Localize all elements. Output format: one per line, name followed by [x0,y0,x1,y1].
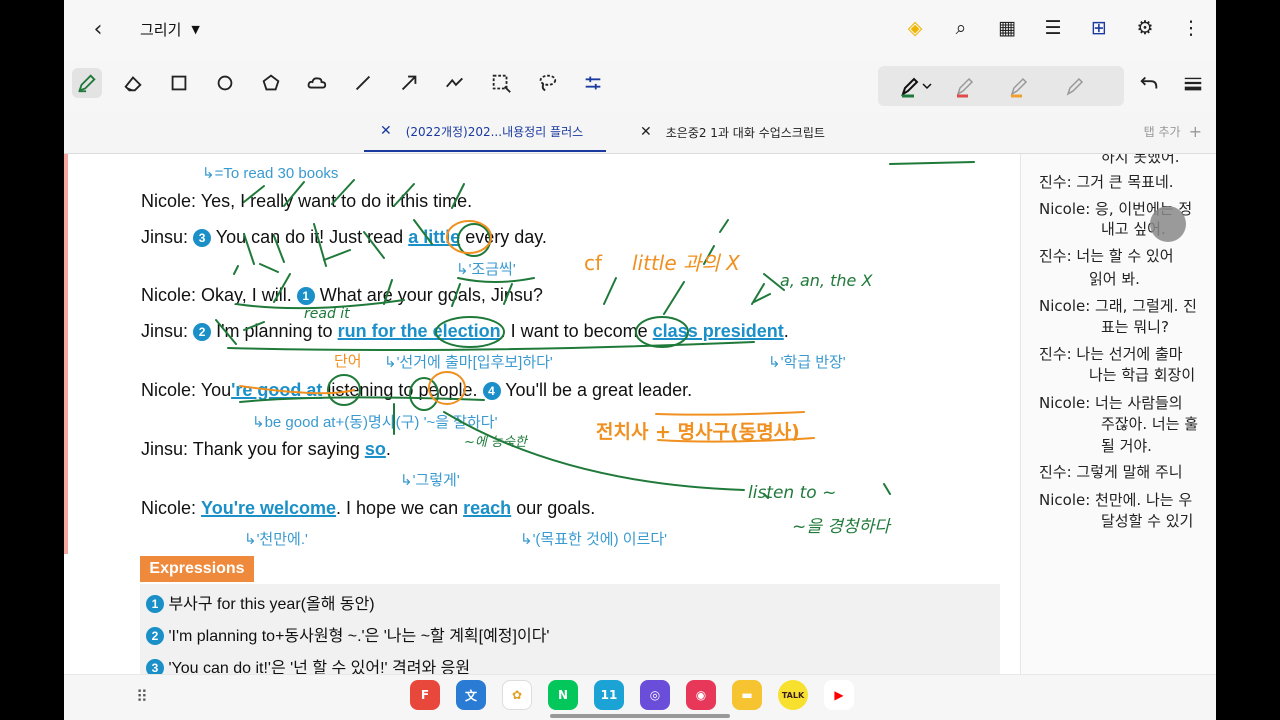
dialogue-line-1: Nicole: Yes, I really want to do it this… [141,191,473,211]
note-so: ↳'그렇게' [400,472,460,489]
kakaotalk-app-icon[interactable]: TALK [778,680,808,710]
close-tab-icon[interactable]: ✕ [640,124,652,140]
dialogue-line-2: Jinsu: 3 You can do it! Just read a litt… [141,227,547,247]
expression-item: 1 부사구 for this year(올해 동안) [146,590,375,614]
page-margin-line [64,154,68,554]
lasso-icon[interactable] [532,68,562,98]
tab-dialogue-script[interactable]: ✕ 초은중2 1과 대화 수업스크립트 [640,112,825,152]
top-bar: ‹ 그리기 ▼ ◈ ⌕ ▦ ☰ ⊞ ⚙ ⋮ [64,0,1216,60]
pentagon-icon[interactable] [256,68,286,98]
grid-icon[interactable]: ▦ [996,16,1018,40]
browser-app-icon[interactable]: ◎ [640,680,670,710]
line-icon[interactable] [348,68,378,98]
plus-icon: + [1188,122,1202,141]
note-reach: ↳'(목표한 것에) 이르다' [520,531,668,548]
eraser-icon[interactable] [118,68,148,98]
files-app-icon[interactable]: ▬ [732,680,762,710]
chevron-down-icon: ▼ [191,23,200,36]
premium-diamond-icon[interactable]: ◈ [904,16,926,40]
mode-dropdown[interactable]: 그리기 ▼ [140,19,200,40]
flexcil-app-icon[interactable]: F [410,680,440,710]
note-to-read: ↳=To read 30 books [202,165,339,182]
circle-icon[interactable] [210,68,240,98]
add-tab-button[interactable]: 탭 추가 + [1144,122,1202,141]
app-dock: F 文 ✿ N 11 ◎ ◉ ▬ TALK ▶ [410,680,854,710]
dialogue-line-3: Nicole: Okay, I will. 1 What are your go… [141,285,543,305]
camera-app-icon[interactable]: ◉ [686,680,716,710]
pen-icon[interactable] [72,68,102,98]
pen-presets-panel [878,66,1124,106]
dialogue-line-4: Jinsu: 2 I'm planning to run for the ele… [141,321,789,341]
mode-label: 그리기 [140,21,182,39]
tab-content-summary[interactable]: ✕ (2022개정)202...내용정리 플러스 [364,112,606,152]
expression-item: 2 'I'm planning to+동사원형 ~.'은 '나는 ~할 계획[예… [146,622,549,646]
pen-preset-green[interactable] [900,74,934,98]
expressions-box: 1 부사구 for this year(올해 동안) 2 'I'm planni… [140,584,1000,674]
taskbar: ⠿ F 文 ✿ N 11 ◎ ◉ ▬ TALK ▶ [64,674,1216,720]
home-indicator[interactable] [550,714,730,718]
app-screen: ‹ 그리기 ▼ ◈ ⌕ ▦ ☰ ⊞ ⚙ ⋮ ✕ (2022개정)202...내용… [64,0,1216,720]
pen-preset-red[interactable] [954,74,978,98]
note-good-at: ↳be good at+(동)명사(구) '~을 잘하다' [252,414,498,431]
settings-sliders-icon[interactable] [578,68,608,98]
app-drawer-icon[interactable]: ⠿ [136,687,149,706]
expression-item: 3 'You can do it!'은 '넌 할 수 있어!' 격려와 응원 [146,654,470,674]
cloud-icon[interactable] [302,68,332,98]
document-tabs: ✕ (2022개정)202...내용정리 플러스 ✕ 초은중2 1과 대화 수업… [64,112,1216,154]
pen-preset-orange[interactable] [1008,74,1032,98]
rectangle-icon[interactable] [164,68,194,98]
page-layout-icon[interactable]: ⊞ [1088,16,1110,40]
right-page-preview[interactable]: 하지 못했어. 진수: 그거 큰 목표네. Nicole: 응, 이번에는 정 … [1020,154,1216,674]
list-icon[interactable]: ☰ [1042,16,1064,40]
pen-preset-gray[interactable] [1064,74,1088,98]
translate-app-icon[interactable]: 文 [456,680,486,710]
select-icon[interactable] [486,68,516,98]
undo-icon[interactable] [1134,68,1164,98]
stroke-width-icon[interactable] [1178,68,1208,98]
note-welcome: ↳'천만에.' [244,531,308,548]
edit-fab-button[interactable] [1150,206,1186,242]
expressions-heading: Expressions [140,556,254,582]
youtube-app-icon[interactable]: ▶ [824,680,854,710]
dialogue-content: ↳=To read 30 books Nicole: Yes, I really… [128,154,1008,674]
search-icon[interactable]: ⌕ [950,16,972,40]
note-election: ↳'선거에 출마[입후보]하다' [384,354,553,371]
dialogue-line-7: Nicole: You're welcome. I hope we can re… [141,498,596,518]
naver-app-icon[interactable]: N [548,680,578,710]
note-president: ↳'학급 반장' [768,354,846,371]
dialogue-line-6: Jinsu: Thank you for saying so. [141,439,391,459]
top-right-icons: ◈ ⌕ ▦ ☰ ⊞ ⚙ ⋮ [904,16,1202,40]
doc-settings-icon[interactable]: ⚙ [1134,16,1156,40]
calendar-app-icon[interactable]: 11 [594,680,624,710]
photos-app-icon[interactable]: ✿ [502,680,532,710]
drawing-toolbar [64,62,1216,106]
note-a-little: ↳'조금씩' [456,261,516,278]
back-arrow-icon[interactable]: ‹ [86,18,110,42]
document-page[interactable]: ↳=To read 30 books Nicole: Yes, I really… [64,154,1020,674]
dialogue-line-5: Nicole: You're good at listening to peop… [141,380,693,400]
more-icon[interactable]: ⋮ [1180,16,1202,40]
close-tab-icon[interactable]: ✕ [380,123,392,139]
arrow-icon[interactable] [394,68,424,98]
curve-icon[interactable] [440,68,470,98]
